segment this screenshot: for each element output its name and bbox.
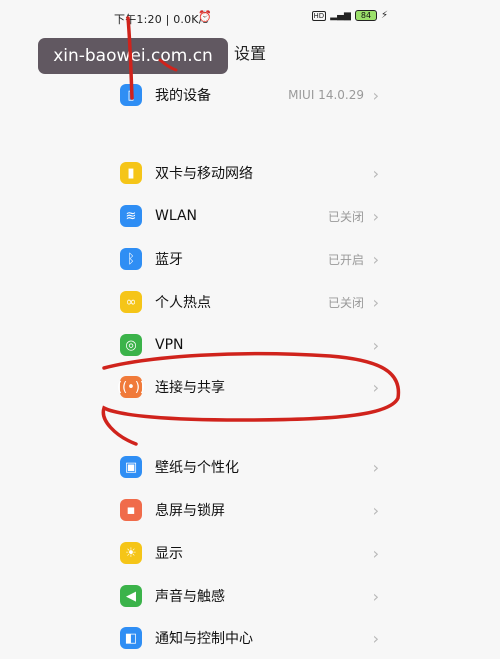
annotation-overlay (101, 16, 401, 446)
annotation-circle (101, 351, 401, 446)
annotation-stroke-small (158, 58, 178, 72)
annotation-stroke-top (126, 16, 134, 100)
